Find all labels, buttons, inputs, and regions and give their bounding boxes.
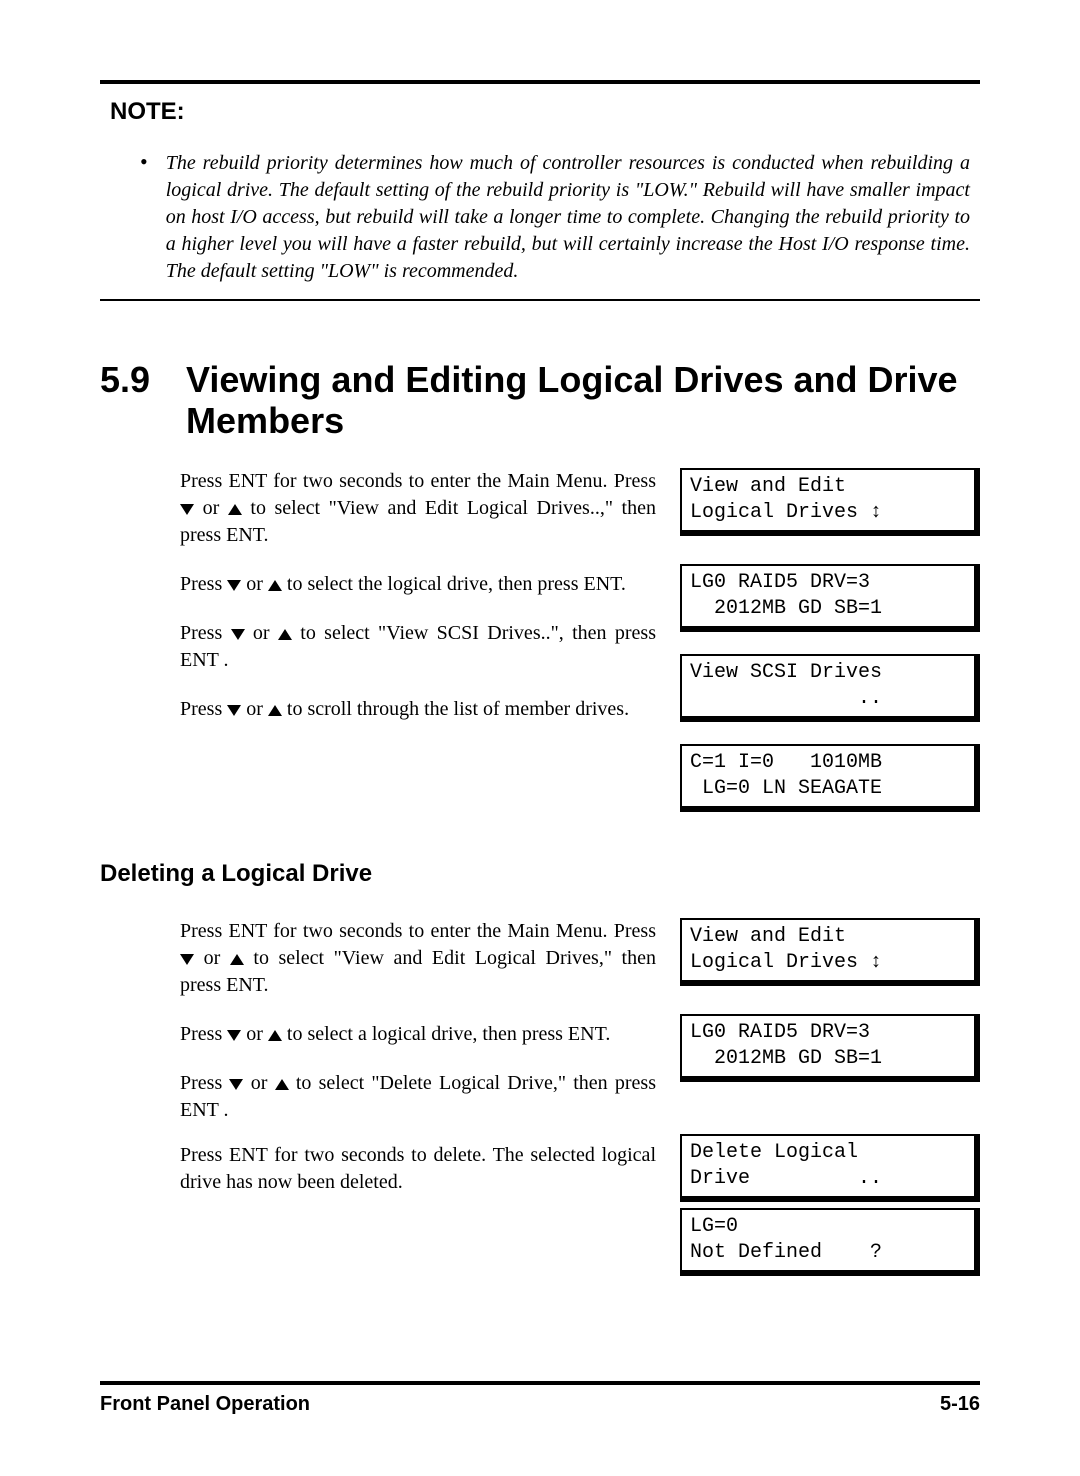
view-step-3: Press or to select "View SCSI Drives..",…	[180, 620, 656, 674]
footer-page-number: 5-16	[940, 1393, 980, 1416]
text-fragment: Press	[180, 698, 227, 720]
text-fragment: or	[243, 1072, 274, 1094]
view-text-column: Press ENT for two seconds to enter the M…	[180, 468, 656, 812]
bullet-icon: •	[140, 150, 148, 285]
lcd-display: View and Edit Logical Drives ↕	[680, 468, 980, 536]
text-fragment: or	[245, 622, 278, 644]
triangle-down-icon	[227, 1030, 241, 1041]
triangle-down-icon	[229, 1079, 243, 1090]
footer-left: Front Panel Operation	[100, 1393, 310, 1416]
delete-step-4: Press ENT for two seconds to delete. The…	[180, 1142, 656, 1196]
lcd-display: Delete Logical Drive ..	[680, 1134, 980, 1202]
section-heading: 5.9 Viewing and Editing Logical Drives a…	[100, 359, 980, 442]
text-fragment: to select "View and Edit Logical Drives,…	[180, 947, 656, 996]
triangle-down-icon	[180, 954, 194, 965]
text-fragment: or	[241, 1023, 268, 1045]
delete-step-3: Press or to select "Delete Logical Drive…	[180, 1070, 656, 1124]
spacer	[680, 986, 980, 1014]
delete-block: Press ENT for two seconds to enter the M…	[180, 918, 980, 1276]
lcd-display: LG=0 Not Defined ?	[680, 1208, 980, 1276]
text-fragment: to scroll through the list of member dri…	[282, 698, 629, 720]
view-block: Press ENT for two seconds to enter the M…	[180, 468, 980, 812]
section-title: Viewing and Editing Logical Drives and D…	[186, 359, 980, 442]
triangle-up-icon	[268, 1030, 282, 1041]
note-heading: NOTE:	[110, 98, 980, 126]
triangle-up-icon	[268, 705, 282, 716]
delete-lcd-column: View and Edit Logical Drives ↕ LG0 RAID5…	[680, 918, 980, 1276]
text-fragment: Press	[180, 622, 231, 644]
text-fragment: or	[194, 497, 228, 519]
note-top-rule	[100, 80, 980, 84]
triangle-up-icon	[275, 1079, 289, 1090]
text-fragment: to select a logical drive, then press EN…	[282, 1023, 610, 1045]
subheading-deleting: Deleting a Logical Drive	[100, 860, 980, 888]
lcd-display: View SCSI Drives ..	[680, 654, 980, 722]
text-fragment: to select the logical drive, then press …	[282, 573, 626, 595]
footer-row: Front Panel Operation 5-16	[100, 1393, 980, 1416]
section-number: 5.9	[100, 359, 150, 401]
triangle-up-icon	[228, 504, 242, 515]
note-bottom-rule	[100, 299, 980, 301]
text-fragment: or	[241, 698, 268, 720]
view-step-4: Press or to scroll through the list of m…	[180, 696, 656, 723]
text-fragment: Press	[180, 1072, 229, 1094]
text-fragment: Press	[180, 1023, 227, 1045]
triangle-down-icon	[180, 504, 194, 515]
triangle-down-icon	[227, 580, 241, 591]
view-step-2: Press or to select the logical drive, th…	[180, 571, 656, 598]
triangle-up-icon	[278, 629, 292, 640]
view-lcd-column: View and Edit Logical Drives ↕ LG0 RAID5…	[680, 468, 980, 812]
text-fragment: Press	[180, 573, 227, 595]
text-fragment: or	[194, 947, 230, 969]
spacer	[680, 632, 980, 654]
spacer	[680, 1082, 980, 1134]
spacer	[680, 536, 980, 564]
note-text: The rebuild priority determines how much…	[166, 150, 970, 285]
delete-step-2: Press or to select a logical drive, then…	[180, 1021, 656, 1048]
footer-rule	[100, 1381, 980, 1385]
triangle-down-icon	[227, 705, 241, 716]
lcd-display: C=1 I=0 1010MB LG=0 LN SEAGATE	[680, 744, 980, 812]
triangle-up-icon	[230, 954, 244, 965]
triangle-down-icon	[231, 629, 245, 640]
delete-step-1: Press ENT for two seconds to enter the M…	[180, 918, 656, 999]
page: NOTE: • The rebuild priority determines …	[0, 0, 1080, 1476]
text-fragment: or	[241, 573, 268, 595]
lcd-display: LG0 RAID5 DRV=3 2012MB GD SB=1	[680, 564, 980, 632]
delete-text-column: Press ENT for two seconds to enter the M…	[180, 918, 656, 1276]
spacer	[680, 722, 980, 744]
text-fragment: to select "View and Edit Logical Drives.…	[180, 497, 656, 546]
page-footer: Front Panel Operation 5-16	[100, 1381, 980, 1416]
view-step-1: Press ENT for two seconds to enter the M…	[180, 468, 656, 549]
lcd-display: View and Edit Logical Drives ↕	[680, 918, 980, 986]
triangle-up-icon	[268, 580, 282, 591]
lcd-display: LG0 RAID5 DRV=3 2012MB GD SB=1	[680, 1014, 980, 1082]
text-fragment: Press ENT for two seconds to enter the M…	[180, 470, 656, 492]
text-fragment: Press ENT for two seconds to enter the M…	[180, 920, 656, 942]
note-body: • The rebuild priority determines how mu…	[100, 150, 980, 285]
